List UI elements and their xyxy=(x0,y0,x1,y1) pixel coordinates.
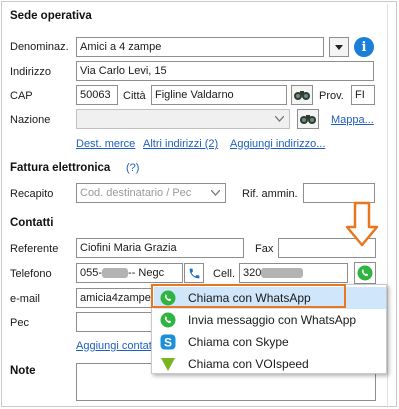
svg-text:S: S xyxy=(164,336,172,350)
indirizzo-field[interactable]: Via Carlo Levi, 15 xyxy=(76,61,374,81)
section-title-contatti: Contatti xyxy=(10,217,54,229)
recapito-label: Recapito xyxy=(10,188,54,200)
dest-merce-link[interactable]: Dest. merce xyxy=(76,138,135,150)
aggiungi-indirizzo-link[interactable]: Aggiungi indirizzo... xyxy=(230,138,325,150)
citta-label: Città xyxy=(123,90,146,102)
binoculars-icon xyxy=(294,91,310,100)
cell-prefix: 320 xyxy=(243,267,262,279)
cell-label: Cell. xyxy=(213,268,236,280)
referente-label: Referente xyxy=(10,243,59,255)
caret-down-icon xyxy=(335,44,343,50)
telefono-suffix: -- Negc xyxy=(128,267,165,279)
citta-field[interactable]: Figline Valdarno xyxy=(151,85,287,105)
telefono-prefix: 055- xyxy=(80,267,103,279)
section-title-sede: Sede operativa xyxy=(10,10,92,22)
skype-icon: S xyxy=(160,334,176,350)
menu-item-label: Chiama con VOIspeed xyxy=(188,357,309,371)
menu-item-label: Invia messaggio con WhatsApp xyxy=(188,313,357,327)
mappa-link[interactable]: Mappa... xyxy=(331,114,374,126)
highlight-annotation-box xyxy=(151,284,346,308)
cell-field[interactable]: 320 xyxy=(239,263,348,283)
phone-icon xyxy=(189,268,199,278)
binoculars-icon xyxy=(300,115,316,124)
chevron-down-icon xyxy=(210,190,220,196)
menu-item-label: Chiama con Skype xyxy=(188,335,289,349)
rif-ammin-field[interactable] xyxy=(303,183,375,203)
binoculars-nazione-button[interactable] xyxy=(297,109,319,129)
pec-label: Pec xyxy=(10,317,29,329)
whatsapp-icon xyxy=(160,312,176,328)
denominazione-field[interactable]: Amici a 4 zampe xyxy=(76,37,324,57)
menu-item-messaggio-whatsapp[interactable]: Invia messaggio con WhatsApp xyxy=(154,309,386,331)
menu-item-chiama-skype[interactable]: S Chiama con Skype xyxy=(154,331,386,353)
indirizzo-label: Indirizzo xyxy=(10,66,51,78)
cap-field[interactable]: 50063 xyxy=(76,85,118,105)
redacted-cell xyxy=(261,268,304,279)
whatsapp-button[interactable] xyxy=(354,262,376,284)
nazione-select[interactable] xyxy=(76,109,290,129)
scroll-separator xyxy=(387,4,388,408)
fattura-help-link[interactable]: (?) xyxy=(126,162,139,174)
prov-label: Prov. xyxy=(319,90,344,102)
redacted-phone xyxy=(102,268,129,279)
menu-item-chiama-voispeed[interactable]: Chiama con VOIspeed xyxy=(154,353,386,375)
nazione-label: Nazione xyxy=(10,114,51,126)
whatsapp-icon xyxy=(357,265,373,281)
rif-ammin-label: Rif. ammin. xyxy=(242,188,298,200)
recapito-caret[interactable] xyxy=(207,184,223,202)
recapito-select[interactable]: Cod. destinatario / Pec xyxy=(76,183,226,203)
info-icon[interactable]: i xyxy=(354,37,374,57)
denominazione-label: Denominaz. xyxy=(10,41,69,53)
nazione-caret[interactable] xyxy=(271,110,287,128)
aggiungi-contatto-link[interactable]: Aggiungi contatt xyxy=(76,340,155,352)
chevron-down-icon xyxy=(274,116,284,122)
telefono-field[interactable]: 055- -- Negc xyxy=(76,263,183,283)
section-title-fattura: Fattura elettronica xyxy=(10,162,111,174)
section-title-note: Note xyxy=(10,365,36,377)
email-label: e-mail xyxy=(10,293,40,305)
email-field[interactable]: amicia4zampe@ xyxy=(76,288,156,308)
referente-field[interactable]: Ciofini Maria Grazia xyxy=(76,238,244,258)
voispeed-icon xyxy=(161,358,175,371)
telefono-call-button[interactable] xyxy=(184,263,204,283)
cap-label: CAP xyxy=(10,90,33,102)
denominazione-dropdown-button[interactable] xyxy=(329,37,349,57)
fax-label: Fax xyxy=(255,243,274,255)
arrow-down-annotation-icon xyxy=(345,201,379,247)
telefono-label: Telefono xyxy=(10,268,52,280)
altri-indirizzi-link[interactable]: Altri indirizzi (2) xyxy=(143,138,218,150)
prov-field[interactable]: FI xyxy=(351,85,375,105)
binoculars-citta-button[interactable] xyxy=(291,85,313,105)
pec-field[interactable] xyxy=(76,312,156,332)
